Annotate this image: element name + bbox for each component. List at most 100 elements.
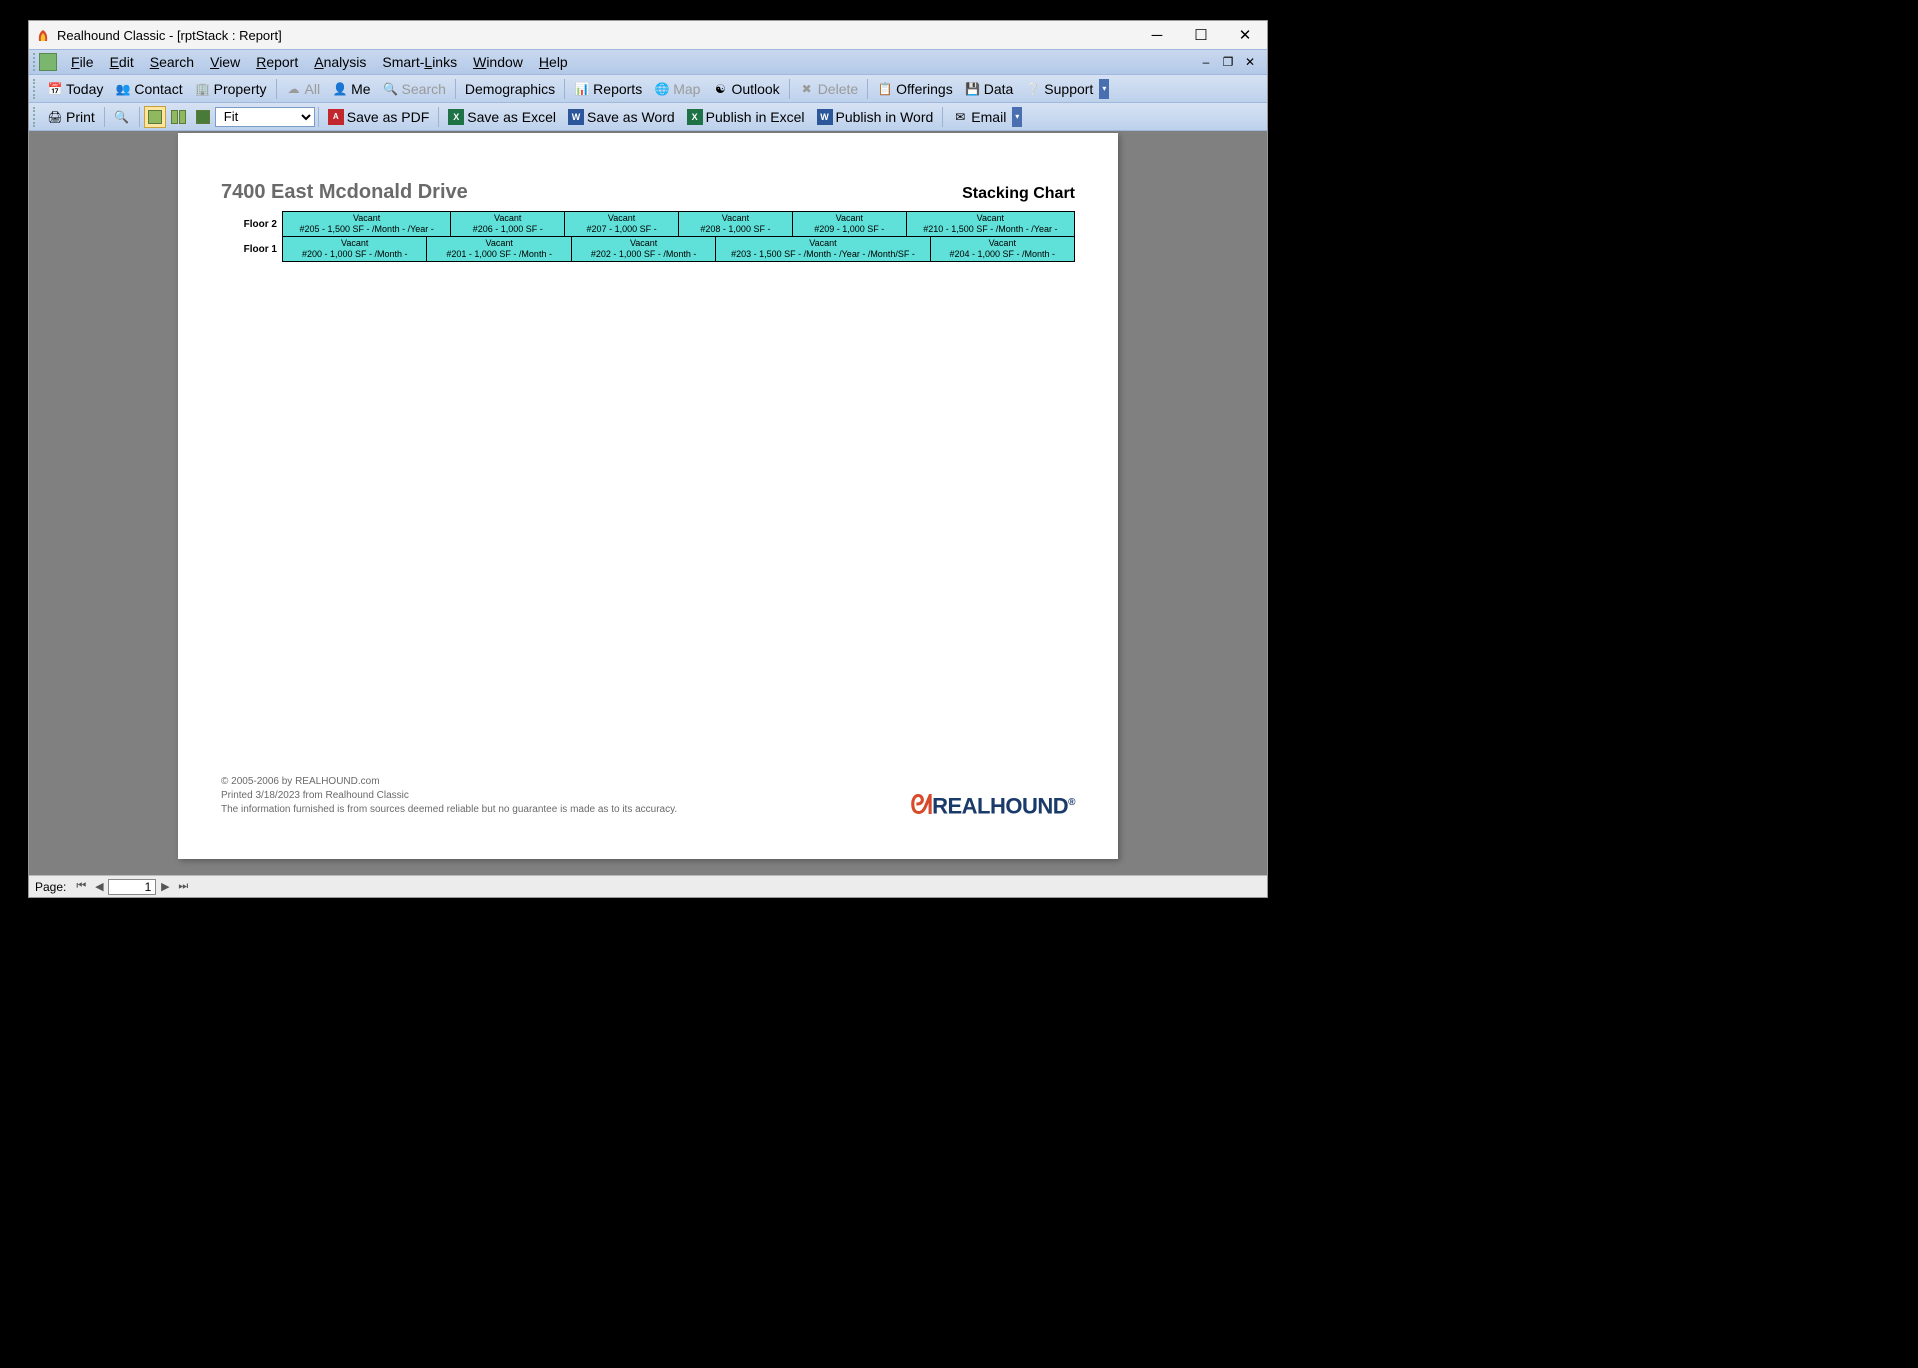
- offerings-button[interactable]: 📋 Offerings: [871, 77, 959, 101]
- stacking-unit: Vacant#200 - 1,000 SF - /Month -: [282, 236, 427, 262]
- delete-button[interactable]: ✖ Delete: [793, 77, 864, 101]
- me-button[interactable]: 👤 Me: [326, 77, 376, 101]
- search-icon: 🔍: [114, 109, 130, 125]
- mdi-close-button[interactable]: ✕: [1241, 54, 1259, 70]
- unit-details: #204 - 1,000 SF - /Month -: [933, 249, 1072, 260]
- all-button[interactable]: ☁ All: [280, 77, 327, 101]
- toolbar-grip[interactable]: [33, 107, 37, 127]
- unit-details: #206 - 1,000 SF -: [453, 224, 562, 235]
- reports-button[interactable]: 📊 Reports: [568, 77, 648, 101]
- menu-window[interactable]: Window: [465, 52, 531, 72]
- stacking-unit: Vacant#202 - 1,000 SF - /Month -: [571, 236, 716, 262]
- data-button[interactable]: 💾 Data: [959, 77, 1020, 101]
- unit-status: Vacant: [909, 213, 1072, 224]
- toolbar-overflow[interactable]: ▾: [1012, 107, 1022, 127]
- stacking-chart: Floor 2 Vacant#205 - 1,500 SF - /Month -…: [221, 211, 1075, 262]
- minimize-button[interactable]: ─: [1135, 21, 1179, 49]
- chart-icon: 📊: [574, 81, 590, 97]
- publish-word-button[interactable]: W Publish in Word: [811, 105, 940, 129]
- unit-details: #208 - 1,000 SF -: [681, 224, 790, 235]
- menu-search[interactable]: Search: [142, 52, 202, 72]
- unit-status: Vacant: [567, 213, 676, 224]
- menu-edit[interactable]: Edit: [102, 52, 142, 72]
- save-pdf-button[interactable]: A Save as PDF: [322, 105, 435, 129]
- save-excel-button[interactable]: X Save as Excel: [442, 105, 562, 129]
- zoom-search-button[interactable]: 🔍: [108, 105, 136, 129]
- close-button[interactable]: ✕: [1223, 21, 1267, 49]
- unit-details: #207 - 1,000 SF -: [567, 224, 676, 235]
- unit-status: Vacant: [285, 238, 424, 249]
- menu-smartlinks[interactable]: Smart-Links: [374, 52, 465, 72]
- menubar: File Edit Search View Report Analysis Sm…: [29, 49, 1267, 75]
- property-button[interactable]: 🏢 Property: [189, 77, 273, 101]
- toolbar-grip[interactable]: [33, 53, 37, 71]
- unit-details: #205 - 1,500 SF - /Month - /Year -: [285, 224, 448, 235]
- person-icon: 👤: [332, 81, 348, 97]
- report-header: 7400 East Mcdonald Drive Stacking Chart: [221, 181, 1075, 204]
- save-word-button[interactable]: W Save as Word: [562, 105, 681, 129]
- unit-status: Vacant: [681, 213, 790, 224]
- separator: [104, 107, 105, 127]
- today-button[interactable]: 📅 Today: [41, 77, 109, 101]
- maximize-button[interactable]: ☐: [1179, 21, 1223, 49]
- separator: [789, 79, 790, 99]
- menu-help[interactable]: Help: [531, 52, 576, 72]
- app-window: Realhound Classic - [rptStack : Report] …: [28, 20, 1268, 898]
- first-page-button[interactable]: ⏮: [72, 879, 90, 895]
- menu-app-icon[interactable]: [39, 53, 57, 71]
- map-button[interactable]: 🌐 Map: [648, 77, 706, 101]
- mdi-restore-button[interactable]: ❐: [1219, 54, 1237, 70]
- unit-details: #202 - 1,000 SF - /Month -: [574, 249, 713, 260]
- prev-page-button[interactable]: ◀: [90, 879, 108, 895]
- report-workspace[interactable]: 7400 East Mcdonald Drive Stacking Chart …: [29, 131, 1267, 875]
- next-page-button[interactable]: ▶: [156, 879, 174, 895]
- excel-icon: X: [687, 109, 703, 125]
- floor-units: Vacant#200 - 1,000 SF - /Month -Vacant#2…: [283, 237, 1075, 262]
- zoom-select[interactable]: Fit: [215, 107, 315, 127]
- unit-status: Vacant: [574, 238, 713, 249]
- menu-file[interactable]: File: [63, 52, 102, 72]
- view-single-page[interactable]: [144, 106, 166, 128]
- unit-details: #201 - 1,000 SF - /Month -: [429, 249, 568, 260]
- stacking-unit: Vacant#205 - 1,500 SF - /Month - /Year -: [282, 211, 451, 237]
- word-icon: W: [817, 109, 833, 125]
- email-icon: ✉: [952, 109, 968, 125]
- menu-analysis[interactable]: Analysis: [306, 52, 374, 72]
- stacking-unit: Vacant#209 - 1,000 SF -: [792, 211, 907, 237]
- toolbar-overflow[interactable]: ▾: [1099, 79, 1109, 99]
- last-page-button[interactable]: ⏭: [174, 879, 192, 895]
- report-page: 7400 East Mcdonald Drive Stacking Chart …: [178, 133, 1118, 859]
- unit-status: Vacant: [285, 213, 448, 224]
- unit-status: Vacant: [429, 238, 568, 249]
- window-title: Realhound Classic - [rptStack : Report]: [57, 28, 1135, 43]
- floor-units: Vacant#205 - 1,500 SF - /Month - /Year -…: [283, 211, 1075, 237]
- email-button[interactable]: ✉ Email: [946, 105, 1012, 129]
- unit-details: #200 - 1,000 SF - /Month -: [285, 249, 424, 260]
- print-button[interactable]: 🖨 Print: [41, 105, 101, 129]
- help-icon: ❔: [1025, 81, 1041, 97]
- outlook-icon: ☯: [712, 81, 728, 97]
- data-icon: 💾: [965, 81, 981, 97]
- outlook-button[interactable]: ☯ Outlook: [706, 77, 785, 101]
- floor-label: Floor 2: [221, 211, 283, 237]
- calendar-icon: 📅: [47, 81, 63, 97]
- menu-view[interactable]: View: [202, 52, 248, 72]
- statusbar: Page: ⏮ ◀ ▶ ⏭: [29, 875, 1267, 897]
- page-input[interactable]: [108, 879, 156, 895]
- toolbar-grip[interactable]: [33, 79, 37, 99]
- app-icon: [35, 27, 51, 43]
- view-two-page[interactable]: [168, 106, 190, 128]
- demographics-button[interactable]: Demographics: [459, 77, 561, 101]
- contact-button[interactable]: 👥 Contact: [109, 77, 188, 101]
- mdi-minimize-button[interactable]: –: [1197, 54, 1215, 70]
- view-multi-page[interactable]: [192, 106, 214, 128]
- support-button[interactable]: ❔ Support: [1019, 77, 1099, 101]
- publish-excel-button[interactable]: X Publish in Excel: [681, 105, 811, 129]
- flame-icon: ᘛ: [910, 789, 932, 819]
- word-icon: W: [568, 109, 584, 125]
- menu-report[interactable]: Report: [248, 52, 306, 72]
- realhound-logo: ᘛREALHOUND®: [910, 796, 1075, 813]
- unit-details: #209 - 1,000 SF -: [795, 224, 904, 235]
- search-button[interactable]: 🔍 Search: [377, 77, 452, 101]
- people-icon: 👥: [115, 81, 131, 97]
